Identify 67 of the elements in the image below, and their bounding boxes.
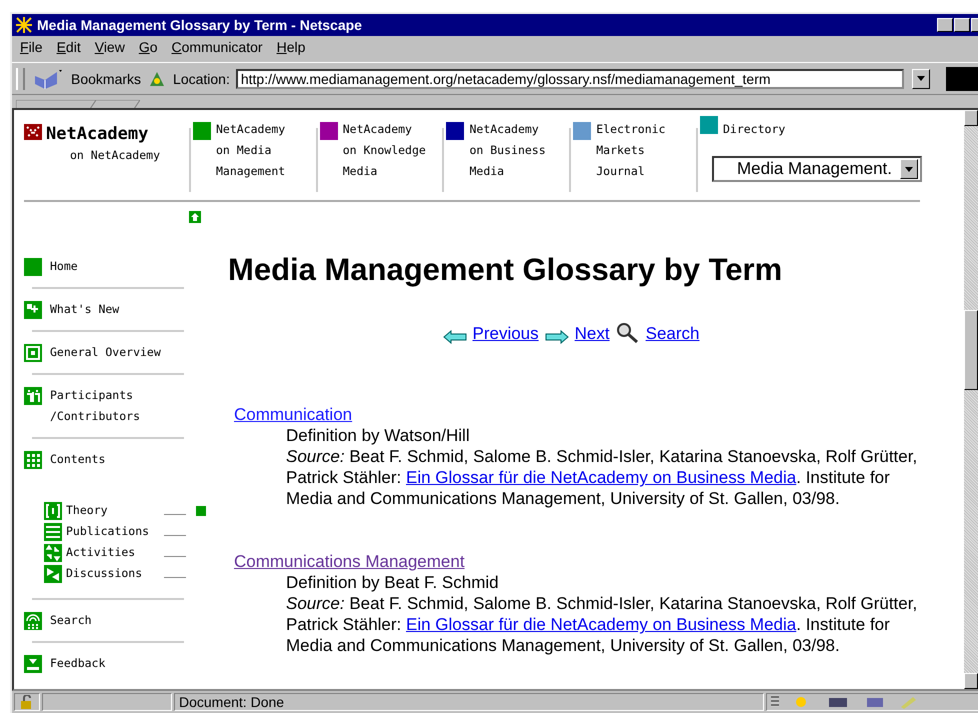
source-link[interactable]: Ein Glossar für die NetAcademy on Business Media [406, 468, 796, 488]
section-link[interactable]: Electronic Markets Journal [596, 119, 666, 192]
term-link[interactable]: Communications Management [228, 552, 465, 572]
sidebar-item[interactable]: Contents [50, 449, 106, 470]
sidebar-item[interactable]: Feedback [50, 653, 106, 674]
menu-item[interactable]: File [20, 38, 43, 59]
plus-icon [24, 301, 42, 320]
sidebar-item[interactable]: Participants /Contributors [50, 385, 180, 428]
arrows-icon [44, 544, 62, 562]
scrollbar-thumb[interactable] [964, 310, 978, 390]
sidebar-item[interactable]: Search [50, 610, 92, 632]
section-link[interactable]: NetAcademy on Knowledge Media [342, 119, 426, 192]
search-icon [24, 612, 42, 630]
location-label: Location: [173, 70, 230, 86]
caret-icon [904, 166, 913, 172]
menu-item[interactable]: Go [138, 38, 158, 59]
nav-link[interactable]: Search [646, 324, 700, 344]
menu-item[interactable]: Edit [56, 38, 81, 59]
square-icon [24, 344, 42, 362]
page-title: Media Management Glossary by Term [228, 252, 784, 288]
sidebar-item[interactable]: General Overview [50, 342, 161, 364]
window-title: Media Management Glossary by Term - Netscape [37, 16, 363, 33]
definition-text: Definition by Watson/Hill [286, 425, 471, 446]
definition-text: Definition by Beat F. Schmid [286, 572, 500, 594]
term-link[interactable]: Communication [228, 405, 352, 424]
location-field[interactable]: http://www.mediamanagement.org/netacademy/glossary.nsf/mediamanagement_term [236, 68, 904, 88]
maximize-button[interactable] [954, 18, 970, 32]
section-link[interactable]: NetAcademy on Media Management [216, 119, 286, 192]
source-text: Source: Beat F. Schmid, Salome B. Schmid-Isler, Katarina Stanoevska, Rolf Grütter, Patrick Stähler: Ein Glossar für die NetAcademy on Business Media. Institute for Media and Communications Management, University of St. Gallen, 03/98. [286, 593, 918, 656]
caret-icon [917, 76, 925, 81]
sidebar-subitem[interactable]: Theory [66, 500, 160, 522]
menu-item[interactable]: Communicator [172, 38, 263, 59]
nav-link[interactable]: Previous [472, 324, 539, 344]
source-link[interactable]: Ein Glossar für die NetAcademy on Business Media [406, 615, 796, 634]
sidebar-subitem[interactable]: Activities [66, 542, 160, 564]
sidebar-subitem[interactable]: Discussions [66, 563, 160, 584]
netscape-icon [15, 16, 33, 34]
sidebar-item[interactable]: Home [50, 256, 78, 278]
triangles-icon [44, 564, 62, 583]
sidebar-subitem[interactable]: Publications [66, 521, 160, 542]
grid-icon [24, 451, 42, 470]
minimize-button[interactable] [937, 18, 953, 32]
logo-subtitle[interactable]: on NetAcademy [46, 145, 160, 166]
right-arrow-icon [544, 330, 569, 344]
scroll-down-button[interactable] [964, 673, 978, 690]
menu-item[interactable]: Help [276, 38, 306, 59]
nav-link[interactable]: Next [574, 324, 610, 344]
logo-title[interactable]: NetAcademy [46, 124, 160, 146]
source-text: Source: Beat F. Schmid, Salome B. Schmid-Isler, Katarina Stanoevska, Rolf Grütter, Patrick Stähler: Ein Glossar für die NetAcademy on Business Media. Institute for Media and Communications Management, University of St. Gallen, 03/98. [286, 446, 918, 510]
magnifier-icon [616, 322, 640, 344]
bracket-icon [44, 502, 62, 520]
directory-label[interactable]: Directory [722, 119, 786, 140]
download-icon [24, 655, 42, 674]
sidebar-item[interactable]: What's New [50, 299, 120, 320]
directory-select[interactable]: Media Management. [712, 156, 922, 182]
people-icon [24, 387, 42, 406]
left-arrow-icon [442, 330, 466, 344]
toolbar-grip[interactable] [16, 68, 25, 90]
section-link[interactable]: NetAcademy on Business Media [469, 119, 546, 192]
lines-icon [44, 522, 62, 541]
status-text: Document: Done [174, 693, 764, 712]
scroll-up-button[interactable] [964, 110, 978, 126]
menu-item[interactable]: View [94, 38, 125, 59]
square-icon [24, 258, 42, 276]
bookmarks-label[interactable]: Bookmarks [71, 70, 142, 86]
dropdown-button[interactable] [912, 68, 930, 88]
up-arrow-icon[interactable] [188, 211, 201, 224]
